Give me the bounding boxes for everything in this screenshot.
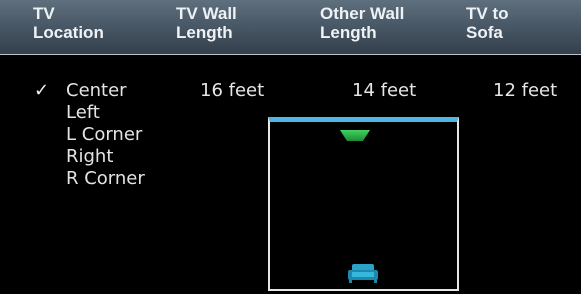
dimension-values-row: 16 feet 14 feet 12 feet	[0, 80, 581, 106]
header-other-wall-line1: Other Wall	[320, 4, 405, 23]
header-tv-to-sofa-line2: Sofa	[466, 23, 503, 42]
header-tv-wall-line1: TV Wall	[176, 4, 237, 23]
tv-icon	[340, 130, 370, 141]
location-option-label: R Corner	[66, 168, 145, 189]
location-option-label: L Corner	[66, 124, 143, 145]
sofa-icon	[348, 264, 378, 283]
location-option-label: Right	[66, 146, 114, 167]
header-other-wall-length: Other Wall Length	[320, 4, 404, 42]
location-option-right[interactable]: Right	[28, 146, 145, 168]
header-tv-wall-line2: Length	[176, 23, 233, 42]
header-other-wall-line2: Length	[320, 23, 377, 42]
header-tv-wall-length: TV Wall Length	[176, 4, 237, 42]
header-tv-to-sofa-line1: TV to	[466, 4, 509, 23]
location-option-l-corner[interactable]: L Corner	[28, 124, 145, 146]
header-tv-to-sofa: TV to Sofa	[466, 4, 509, 42]
other-wall-length-value[interactable]: 14 feet	[352, 80, 416, 101]
tv-wall-length-value[interactable]: 16 feet	[200, 80, 264, 101]
location-option-r-corner[interactable]: R Corner	[28, 168, 145, 190]
column-header-bar: TV Location TV Wall Length Other Wall Le…	[0, 0, 581, 55]
room-layout-diagram	[268, 117, 459, 291]
header-tv-location-line1: TV	[33, 4, 55, 23]
tv-to-sofa-value[interactable]: 12 feet	[493, 80, 557, 101]
header-tv-location: TV Location	[33, 4, 104, 42]
header-tv-location-line2: Location	[33, 23, 104, 42]
